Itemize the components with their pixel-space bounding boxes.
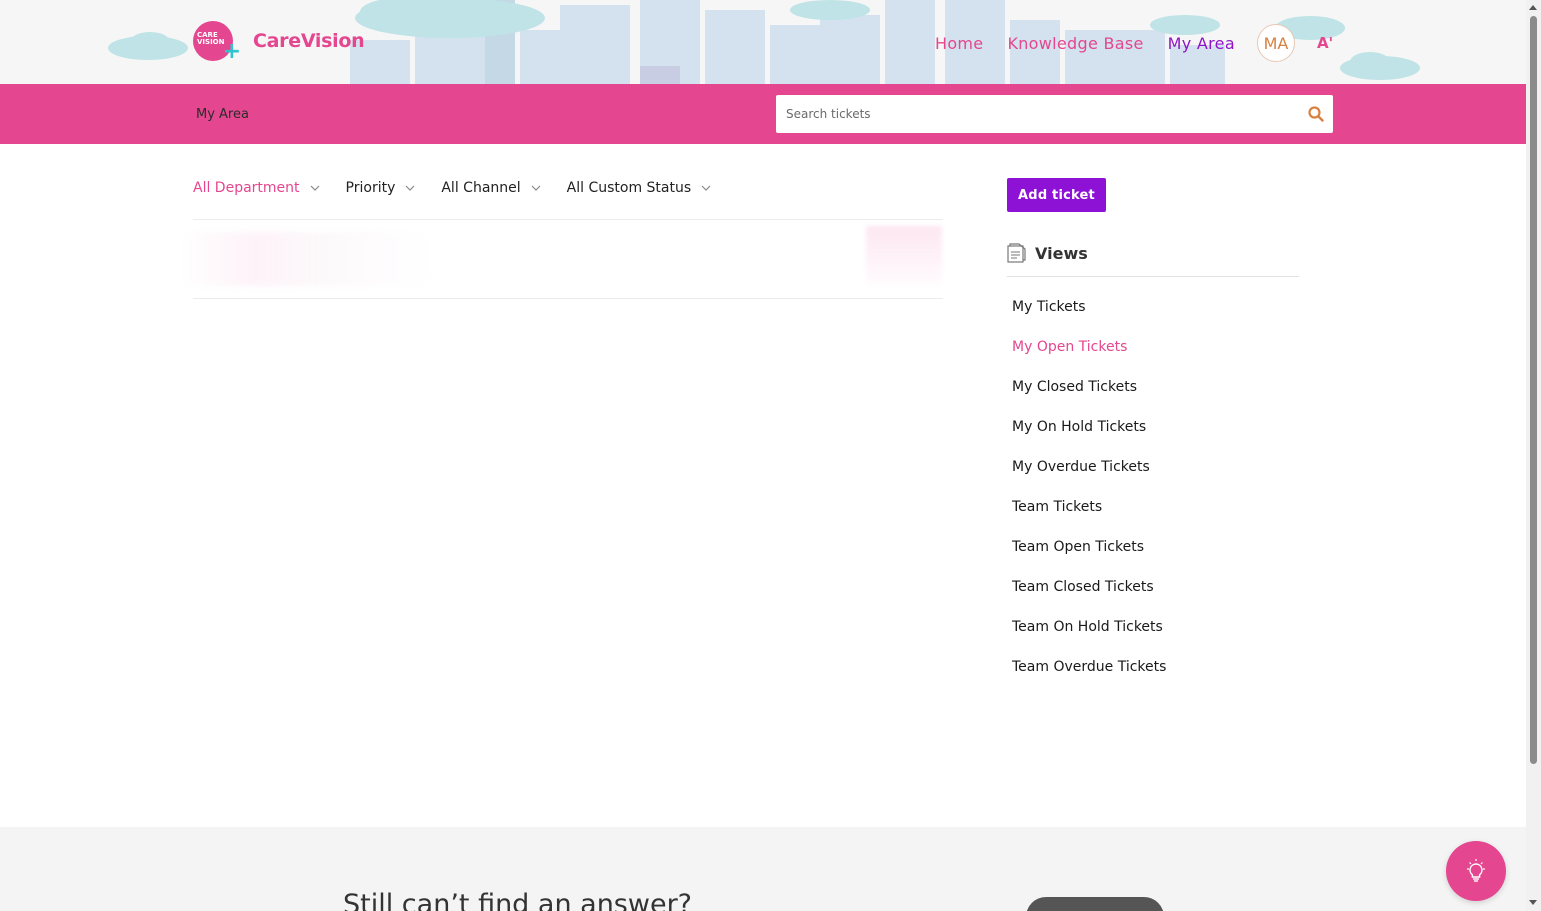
filter-channel[interactable]: All Channel <box>441 180 541 196</box>
search-icon <box>1308 106 1324 122</box>
chevron-down-icon <box>405 185 415 191</box>
filter-custom-status-label: All Custom Status <box>566 180 692 196</box>
brand-name: CareVision <box>253 30 365 52</box>
help-fab-button[interactable] <box>1446 841 1506 901</box>
view-team-tickets[interactable]: Team Tickets <box>1012 497 1166 537</box>
views-header: Views <box>1007 243 1299 277</box>
filter-department[interactable]: All Department <box>193 180 320 196</box>
nav-home-link[interactable]: Home <box>935 34 983 53</box>
chevron-down-icon <box>701 185 711 191</box>
brand-badge: CARE VISION + <box>193 21 241 63</box>
chevron-down-icon <box>531 185 541 191</box>
filter-custom-status[interactable]: All Custom Status <box>567 180 712 196</box>
page-scrollbar[interactable] <box>1526 0 1541 911</box>
views-list: My Tickets My Open Tickets My Closed Tic… <box>1012 297 1166 697</box>
views-title: Views <box>1035 244 1088 263</box>
document-icon <box>1007 243 1026 263</box>
list-divider <box>193 219 943 220</box>
view-my-tickets[interactable]: My Tickets <box>1012 297 1166 337</box>
view-my-on-hold-tickets[interactable]: My On Hold Tickets <box>1012 417 1166 457</box>
view-my-overdue-tickets[interactable]: My Overdue Tickets <box>1012 457 1166 497</box>
filter-priority-label: Priority <box>345 180 396 196</box>
scroll-down-arrow-icon[interactable] <box>1529 900 1537 905</box>
view-team-closed-tickets[interactable]: Team Closed Tickets <box>1012 577 1166 617</box>
brand-logo[interactable]: CARE VISION + CareVision <box>193 21 365 63</box>
view-team-open-tickets[interactable]: Team Open Tickets <box>1012 537 1166 577</box>
add-ticket-button[interactable]: Add ticket <box>1007 178 1106 212</box>
ticket-filters: All Department Priority All Channel All … <box>193 180 737 196</box>
loading-placeholder <box>866 226 942 284</box>
lightbulb-icon <box>1467 859 1485 882</box>
user-avatar[interactable]: MA <box>1256 24 1295 62</box>
search-button[interactable] <box>1299 95 1333 133</box>
search-box <box>776 95 1333 133</box>
chevron-down-icon <box>310 185 319 191</box>
view-my-open-tickets[interactable]: My Open Tickets <box>1012 337 1166 377</box>
contact-button[interactable] <box>1026 897 1164 911</box>
view-team-on-hold-tickets[interactable]: Team On Hold Tickets <box>1012 617 1166 657</box>
filter-priority[interactable]: Priority <box>346 180 416 196</box>
top-navigation: Home Knowledge Base My Area MA A' <box>935 24 1333 62</box>
list-divider <box>193 298 943 299</box>
loading-placeholder <box>180 232 435 286</box>
plus-icon: + <box>222 39 241 64</box>
font-size-toggle[interactable]: A' <box>1317 34 1333 52</box>
breadcrumb: My Area <box>196 107 249 122</box>
scroll-up-arrow-icon[interactable] <box>1529 5 1537 10</box>
help-footer: Still can’t find an answer? <box>0 827 1526 911</box>
search-input[interactable] <box>776 95 1299 133</box>
site-header: CARE VISION + CareVision Home Knowledge … <box>0 0 1526 84</box>
subheader-bar: My Area <box>0 84 1526 144</box>
nav-my-area-link[interactable]: My Area <box>1168 34 1235 53</box>
view-team-overdue-tickets[interactable]: Team Overdue Tickets <box>1012 657 1166 697</box>
footer-prompt: Still can’t find an answer? <box>343 889 692 911</box>
scrollbar-thumb[interactable] <box>1530 16 1537 764</box>
view-my-closed-tickets[interactable]: My Closed Tickets <box>1012 377 1166 417</box>
nav-knowledge-base-link[interactable]: Knowledge Base <box>1007 34 1143 53</box>
filter-department-label: All Department <box>193 180 300 196</box>
filter-channel-label: All Channel <box>441 180 521 196</box>
